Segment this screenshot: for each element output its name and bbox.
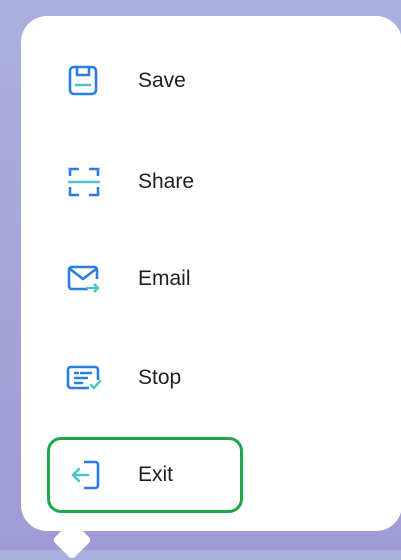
menu-item-label: Exit: [138, 463, 174, 486]
menu-item-exit[interactable]: Exit: [47, 437, 243, 513]
menu-item-label: Share: [138, 170, 195, 193]
save-icon: [64, 61, 104, 101]
menu-item-stop[interactable]: Stop: [48, 348, 248, 408]
menu-item-email[interactable]: Email: [48, 249, 248, 309]
email-icon: [64, 259, 104, 299]
menu-item-save[interactable]: Save: [48, 51, 248, 111]
menu-item-share[interactable]: Share: [48, 152, 248, 212]
menu-item-label: Save: [138, 69, 186, 92]
share-icon: [64, 162, 104, 202]
menu-item-label: Stop: [138, 366, 182, 389]
stop-icon: [64, 358, 104, 398]
menu-item-label: Email: [138, 267, 191, 290]
exit-icon: [65, 455, 105, 495]
